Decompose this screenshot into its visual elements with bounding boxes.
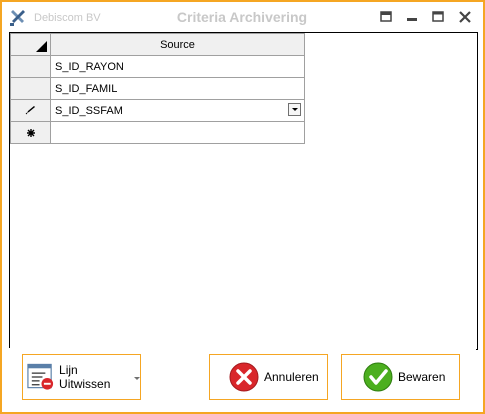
new-row[interactable] <box>10 121 305 144</box>
row-header[interactable] <box>10 77 51 100</box>
column-header-source[interactable]: Source <box>50 33 305 56</box>
save-check-icon <box>363 362 393 392</box>
save-label: Bewaren <box>398 370 446 384</box>
source-combo-cell[interactable]: S_ID_SSFAM <box>50 99 305 122</box>
save-button[interactable]: Bewaren <box>341 354 460 400</box>
cancel-x-icon <box>229 362 259 392</box>
criteria-window: Debiscom BV Criteria Archivering Source <box>0 0 485 414</box>
table-row[interactable]: S_ID_FAMIL <box>10 77 305 100</box>
maximize-icon[interactable] <box>430 10 446 24</box>
source-cell[interactable]: S_ID_FAMIL <box>50 77 305 100</box>
source-cell[interactable]: S_ID_RAYON <box>50 55 305 78</box>
criteria-grid[interactable]: Source S_ID_RAYON S_ID_FAMIL S_ID_SSFAM <box>9 32 478 350</box>
edit-pencil-icon <box>25 105 35 114</box>
source-combo-value: S_ID_SSFAM <box>55 104 123 117</box>
cancel-label: Annuleren <box>264 370 319 384</box>
delete-line-button[interactable]: Lijn Uitwissen <box>22 354 141 400</box>
minimize-icon[interactable] <box>404 10 420 24</box>
chevron-down-icon <box>134 376 140 380</box>
restore-icon[interactable] <box>378 10 394 24</box>
delete-line-icon <box>27 363 54 390</box>
grid-table: Source S_ID_RAYON S_ID_FAMIL S_ID_SSFAM <box>10 33 305 144</box>
new-row-star-icon <box>26 128 35 137</box>
table-row[interactable]: S_ID_RAYON <box>10 55 305 78</box>
title-bar: Debiscom BV Criteria Archivering <box>2 2 483 32</box>
cancel-button[interactable]: Annuleren <box>209 354 328 400</box>
row-header[interactable] <box>10 99 51 122</box>
app-tools-icon <box>10 10 25 26</box>
row-header[interactable] <box>10 55 51 78</box>
select-all-corner[interactable] <box>10 33 51 56</box>
chevron-down-icon[interactable] <box>288 103 301 116</box>
close-icon[interactable] <box>457 10 473 24</box>
row-header[interactable] <box>10 121 51 144</box>
table-row[interactable]: S_ID_SSFAM <box>10 99 305 122</box>
new-source-cell[interactable] <box>50 121 305 144</box>
header-row: Source <box>10 33 305 56</box>
button-bar: Lijn Uitwissen Annuleren Bewaren <box>9 348 476 410</box>
corner-triangle-icon <box>36 41 47 52</box>
delete-line-label: Lijn Uitwissen <box>59 363 111 391</box>
